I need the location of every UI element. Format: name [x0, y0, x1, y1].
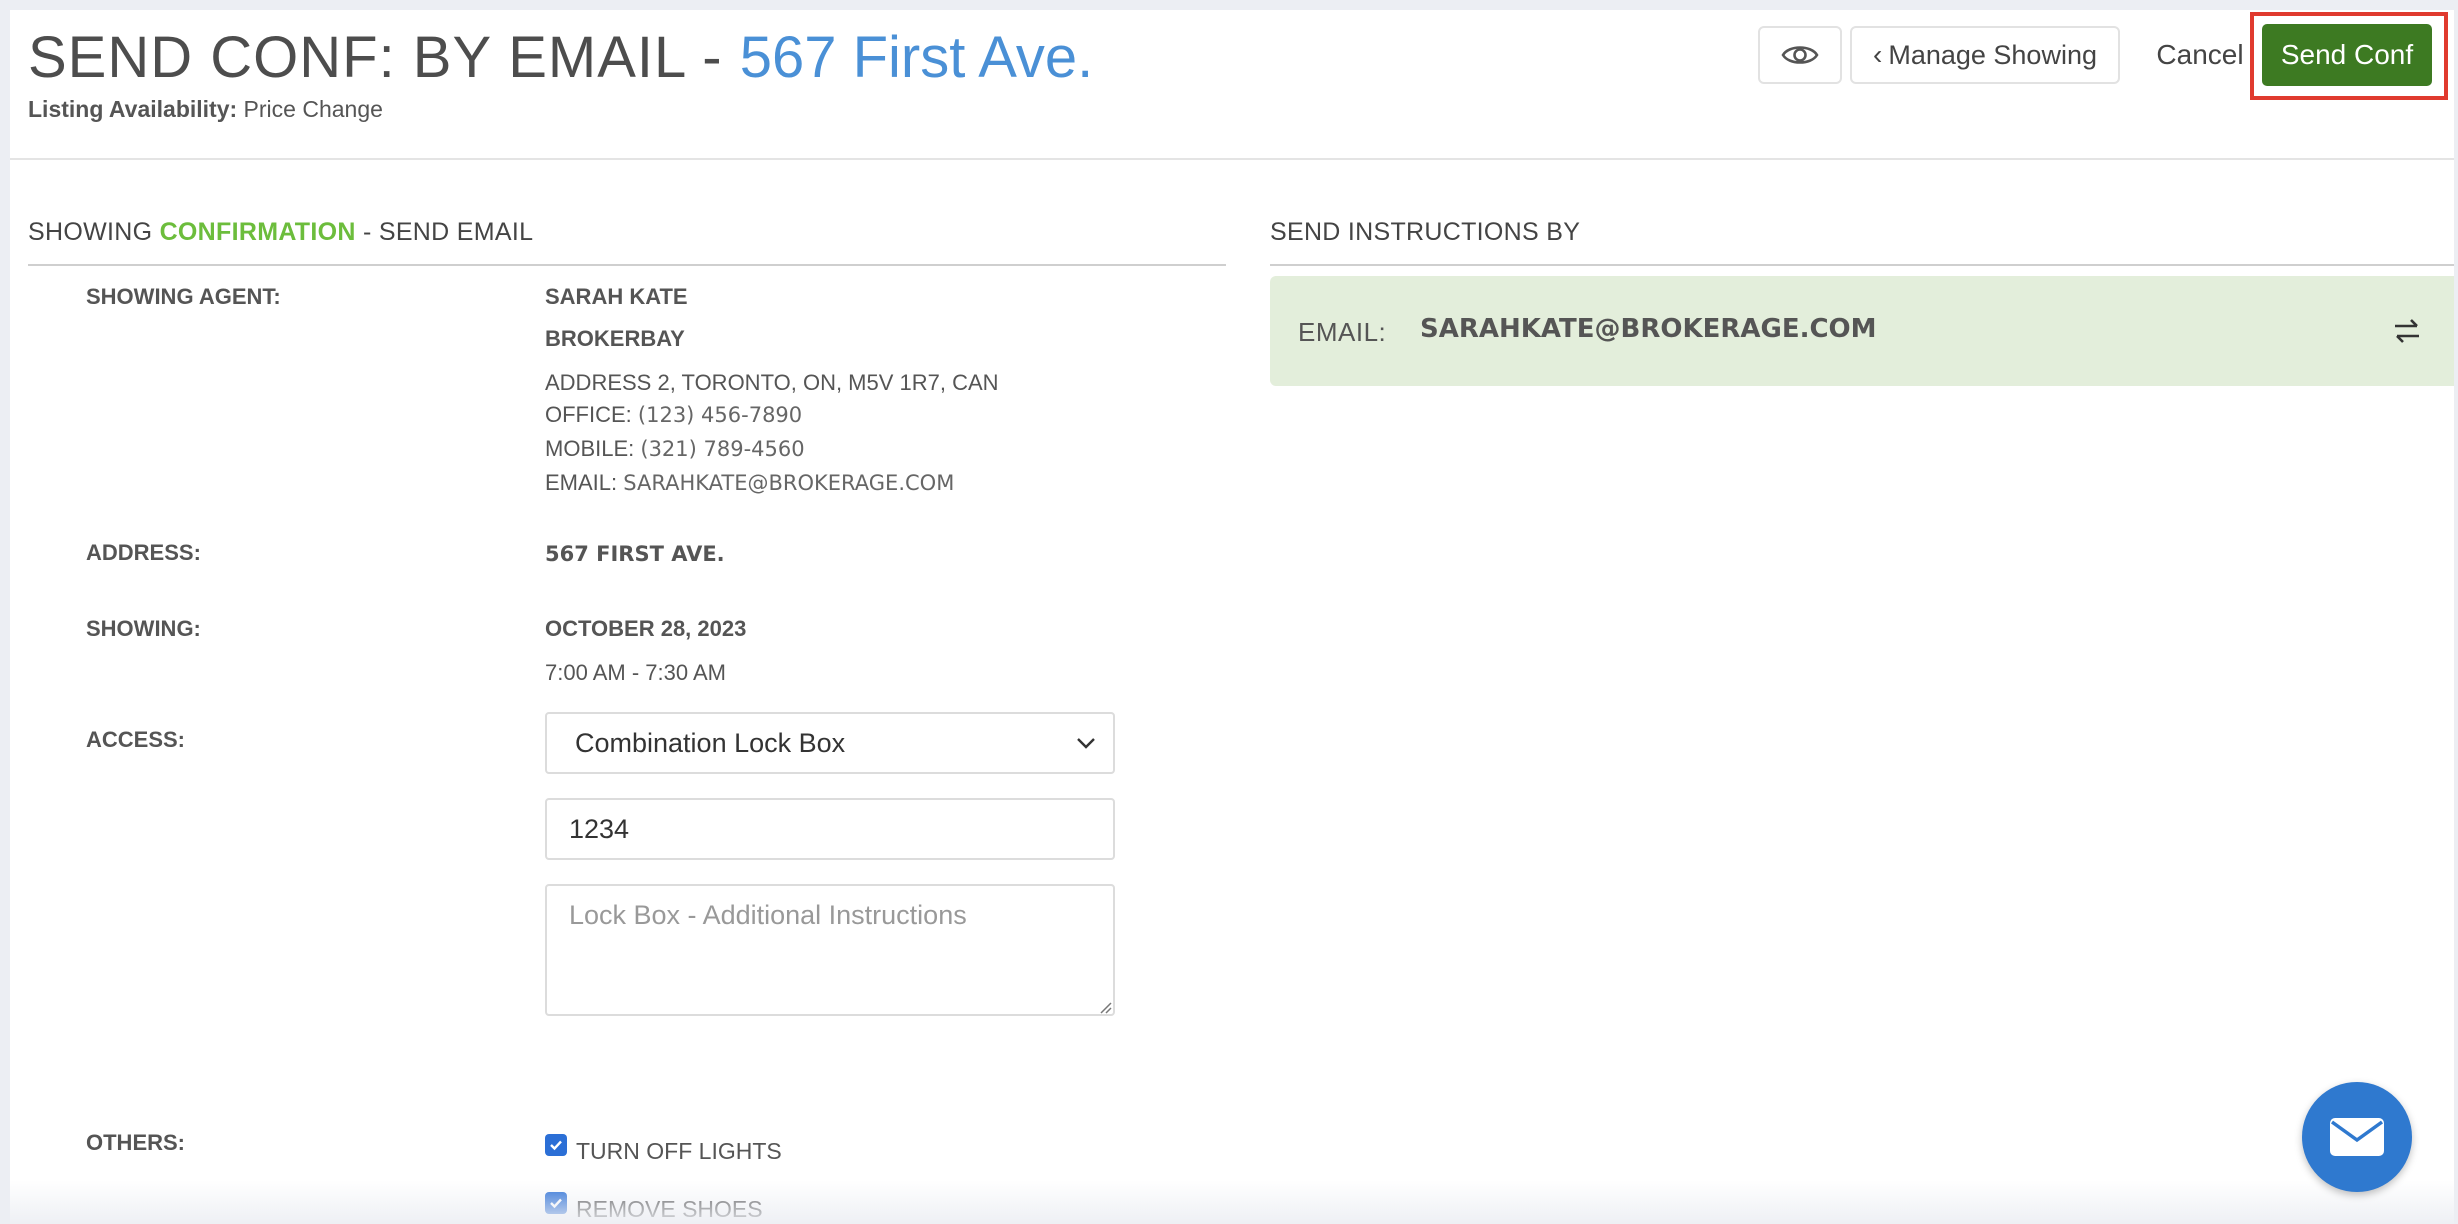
- eye-icon: [1781, 46, 1819, 64]
- manage-showing-label: Manage Showing: [1888, 39, 2097, 70]
- chevron-down-icon: [1077, 738, 1095, 749]
- mobile-label: MOBILE:: [545, 436, 635, 461]
- turn-off-lights-label: TURN OFF LIGHTS: [576, 1138, 782, 1164]
- cancel-button[interactable]: Cancel: [2130, 26, 2270, 84]
- send-method-panel: EMAIL: SARAHKATE@BROKERAGE.COM: [1270, 276, 2454, 386]
- heading-highlight: CONFIRMATION: [159, 218, 356, 246]
- manage-showing-button[interactable]: ‹ Manage Showing: [1850, 26, 2120, 84]
- availability-label: Listing Availability:: [28, 96, 238, 122]
- lockbox-code-input[interactable]: [545, 798, 1115, 860]
- showing-date: OCTOBER 28, 2023: [545, 616, 747, 641]
- others-label: OTHERS:: [86, 1130, 185, 1155]
- method-label: EMAIL:: [1298, 317, 1387, 347]
- method-value: SARAHKATE@BROKERAGE.COM: [1420, 314, 1877, 344]
- checkmark-icon: [550, 1140, 562, 1151]
- resize-grip-icon[interactable]: [1098, 1000, 1112, 1014]
- bottom-fade: [10, 1180, 2454, 1224]
- office-phone: (123) 456-7890: [637, 403, 803, 427]
- send-conf-button[interactable]: Send Conf: [2262, 24, 2432, 86]
- heading-prefix: SHOWING: [28, 218, 160, 246]
- showing-label: SHOWING:: [86, 616, 201, 641]
- access-selected: Combination Lock Box: [575, 727, 846, 758]
- page-header: SEND CONF: BY EMAIL - 567 First Ave. Lis…: [10, 10, 2454, 160]
- email-label: EMAIL:: [545, 470, 618, 495]
- agent-email: EMAIL: SARAHKATE@BROKERAGE.COM: [545, 470, 954, 496]
- chat-button[interactable]: [2302, 1082, 2412, 1192]
- showing-time: 7:00 AM - 7:30 AM: [545, 660, 726, 685]
- access-select[interactable]: Combination Lock Box: [545, 712, 1115, 774]
- listing-availability: Listing Availability: Price Change: [28, 96, 383, 123]
- access-label: ACCESS:: [86, 727, 186, 752]
- email-value: SARAHKATE@BROKERAGE.COM: [623, 471, 955, 495]
- page: SEND CONF: BY EMAIL - 567 First Ave. Lis…: [10, 10, 2454, 1224]
- title-prefix: SEND CONF: BY EMAIL -: [28, 25, 740, 90]
- agent-address: ADDRESS 2, TORONTO, ON, M5V 1R7, CAN: [545, 370, 999, 395]
- address-value: 567 FIRST AVE.: [545, 542, 725, 566]
- mail-icon: [2330, 1118, 2384, 1156]
- mobile-phone: (321) 789-4560: [640, 437, 805, 461]
- lockbox-instructions-textarea[interactable]: [545, 884, 1115, 1016]
- agent-brokerage: BROKERBAY: [545, 326, 685, 351]
- agent-name: SARAH KATE: [545, 284, 688, 309]
- checkmark-icon: [550, 1198, 562, 1209]
- showing-agent-label: SHOWING AGENT:: [86, 284, 281, 309]
- page-title: SEND CONF: BY EMAIL - 567 First Ave.: [28, 24, 1093, 91]
- heading-suffix: - SEND EMAIL: [355, 218, 534, 246]
- confirmation-heading: SHOWING CONFIRMATION - SEND EMAIL: [28, 218, 1226, 266]
- remove-shoes-checkbox[interactable]: [545, 1192, 567, 1214]
- remove-shoes-label: REMOVE SHOES: [576, 1196, 763, 1222]
- office-label: OFFICE:: [545, 402, 632, 427]
- preview-button[interactable]: [1758, 26, 1842, 84]
- instructions-heading: SEND INSTRUCTIONS BY: [1270, 218, 2454, 266]
- turn-off-lights-checkbox[interactable]: [545, 1134, 567, 1156]
- agent-mobile: MOBILE: (321) 789-4560: [545, 436, 805, 462]
- chevron-left-icon: ‹: [1873, 39, 1883, 70]
- title-address: 567 First Ave.: [739, 25, 1094, 90]
- agent-office: OFFICE: (123) 456-7890: [545, 402, 802, 428]
- address-label: ADDRESS:: [86, 540, 201, 565]
- swap-arrows-icon[interactable]: [2390, 316, 2424, 346]
- availability-value: Price Change: [243, 96, 383, 122]
